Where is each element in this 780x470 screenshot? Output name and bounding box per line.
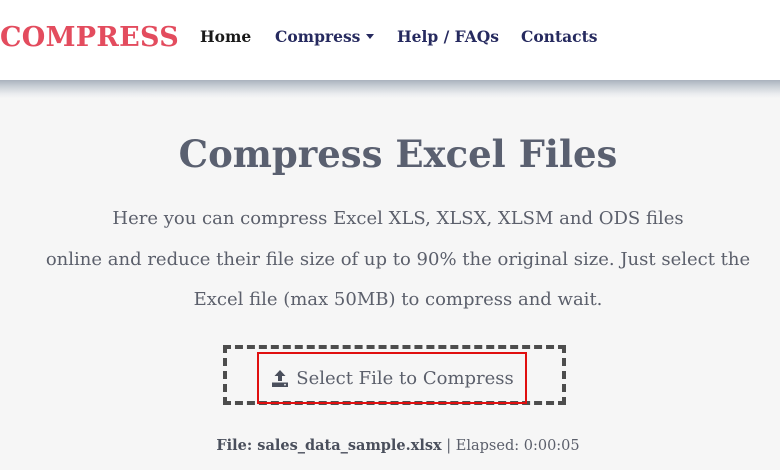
select-file-button[interactable]: Select File to Compress — [257, 352, 527, 404]
description-line-3: Excel file (max 50MB) to compress and wa… — [193, 289, 603, 310]
file-status: File: sales_data_sample.xlsx | Elapsed: … — [0, 437, 780, 454]
upload-icon — [272, 370, 289, 387]
nav-contacts-link[interactable]: Contacts — [521, 27, 597, 46]
page-title: Compress Excel Files — [178, 132, 618, 176]
nav-compress-dropdown[interactable]: Compress — [275, 27, 375, 46]
nav-home-link[interactable]: Home — [200, 27, 251, 46]
caret-down-icon — [366, 34, 375, 39]
navbar-shadow — [0, 80, 780, 98]
nav-compress-label: Compress — [275, 27, 361, 46]
elapsed-time: Elapsed: 0:00:05 — [455, 438, 580, 454]
brand-logo[interactable]: COMPRESS — [0, 22, 179, 53]
nav-help-faqs-link[interactable]: Help / FAQs — [397, 27, 499, 46]
navbar: COMPRESS Home Compress Help / FAQs Conta… — [0, 0, 780, 80]
file-name: File: sales_data_sample.xlsx — [216, 437, 442, 454]
select-file-label: Select File to Compress — [296, 367, 514, 389]
status-separator: | — [441, 438, 456, 454]
description-line-2: online and reduce their file size of up … — [45, 249, 751, 270]
description-line-1: Here you can compress Excel XLS, XLSX, X… — [112, 208, 684, 229]
